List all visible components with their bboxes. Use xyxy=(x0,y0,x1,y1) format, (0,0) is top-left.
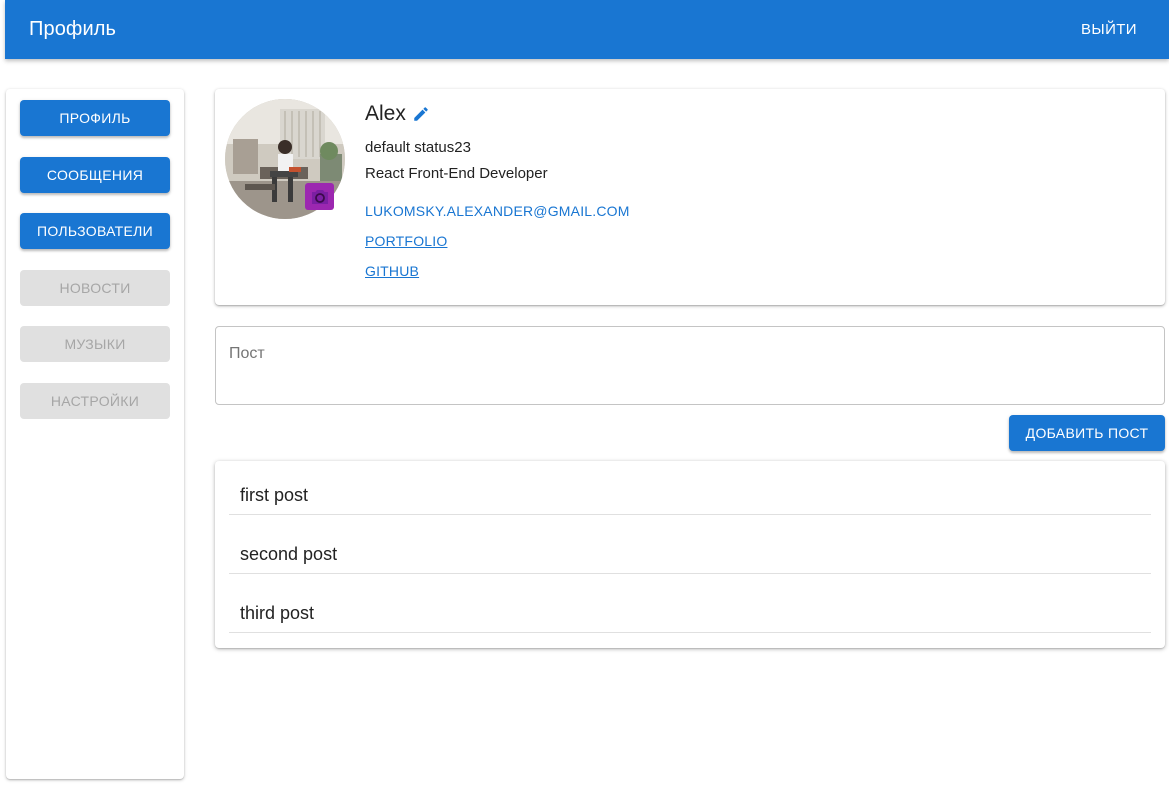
sidebar-item-music: МУЗЫКИ xyxy=(20,326,170,362)
post-input[interactable] xyxy=(215,326,1165,405)
profile-card: Alex default status23 React Front-End De… xyxy=(215,89,1165,305)
profile-job: React Front-End Developer xyxy=(365,165,548,182)
camera-icon xyxy=(311,189,328,204)
sidebar-item-news: НОВОСТИ xyxy=(20,269,170,306)
sidebar: ПРОФИЛЬ СООБЩЕНИЯ ПОЛЬЗОВАТЕЛИ НОВОСТИ М… xyxy=(6,89,184,779)
logout-button[interactable]: ВЫЙТИ xyxy=(1065,15,1153,44)
avatar-container xyxy=(225,99,345,219)
pencil-icon xyxy=(414,107,428,121)
sidebar-item-users[interactable]: ПОЛЬЗОВАТЕЛИ xyxy=(20,213,170,249)
upload-photo-button[interactable] xyxy=(305,183,334,210)
email-link[interactable]: LUKOMSKY.ALEXANDER@GMAIL.COM xyxy=(365,202,630,220)
portfolio-link[interactable]: PORTFOLIO xyxy=(365,232,630,250)
posts-list: first post second post third post xyxy=(215,461,1165,648)
profile-info: Alex default status23 React Front-End De… xyxy=(365,99,630,280)
sidebar-item-messages[interactable]: СООБЩЕНИЯ xyxy=(20,156,170,193)
sidebar-item-profile[interactable]: ПРОФИЛЬ xyxy=(20,100,170,136)
name-row: Alex xyxy=(365,99,630,129)
post-item: second post xyxy=(229,515,1151,574)
page-title: Профиль xyxy=(29,18,117,40)
post-item: third post xyxy=(229,574,1151,633)
sidebar-item-settings: НАСТРОЙКИ xyxy=(20,382,170,419)
post-item: first post xyxy=(229,461,1151,515)
edit-status-button[interactable] xyxy=(412,105,430,123)
profile-status: default status23 xyxy=(365,139,471,156)
profile-name: Alex xyxy=(365,102,406,125)
github-link[interactable]: GITHUB xyxy=(365,262,630,280)
add-post-button[interactable]: ДОБАВИТЬ ПОСТ xyxy=(1009,415,1165,451)
app-bar: Профиль ВЫЙТИ xyxy=(5,0,1169,59)
